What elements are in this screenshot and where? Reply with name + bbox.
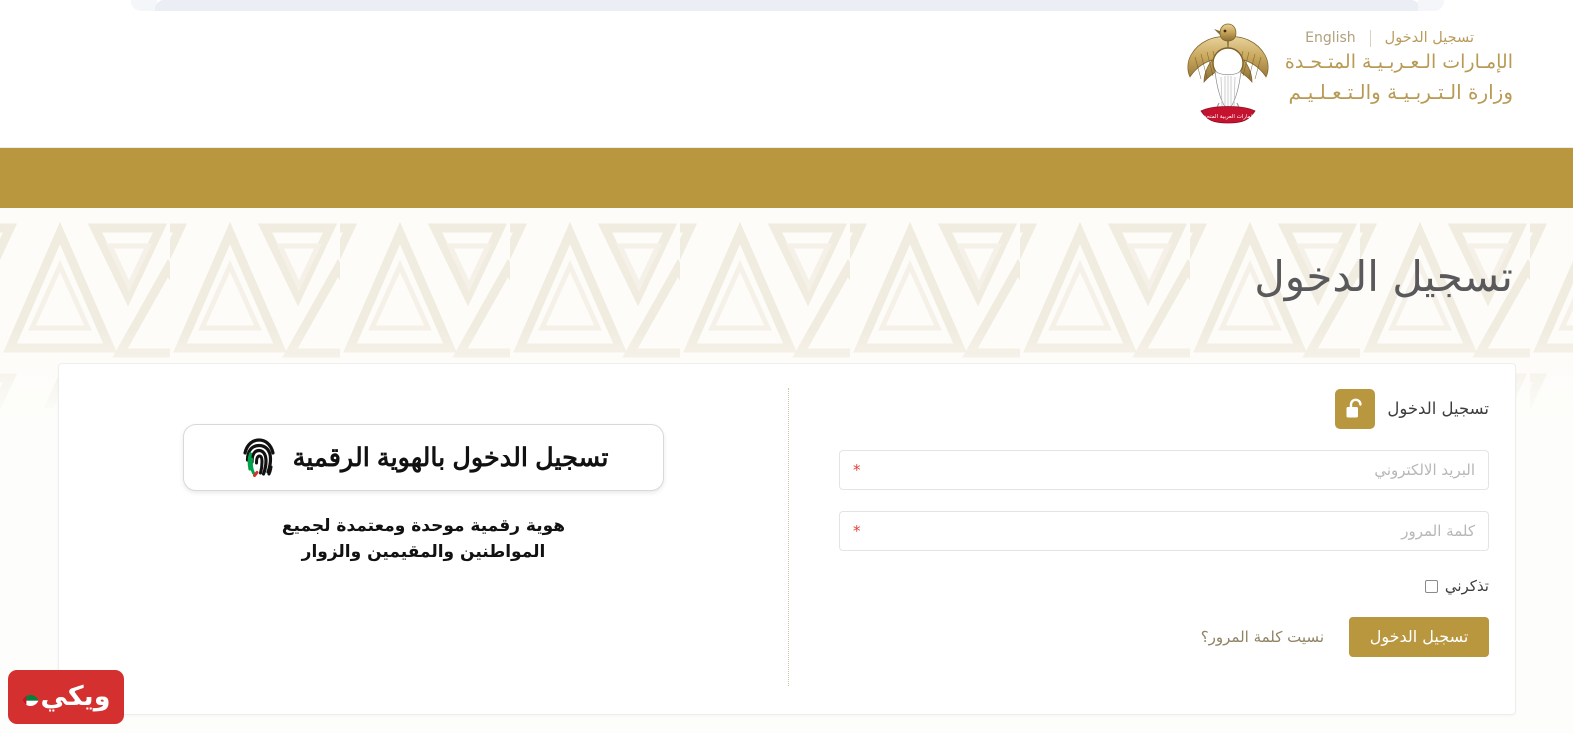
- uae-flag-circle-icon: [21, 689, 39, 706]
- email-input[interactable]: [866, 451, 1475, 489]
- wiki-watermark: ويكي: [8, 670, 124, 724]
- wordmark-line-ministry: وزارة الـتـربـيـة والـتـعـلـيـم: [1288, 80, 1513, 104]
- wordmark-line-country: الإمـارات الـعـربـيـة المتـحـدة: [1284, 51, 1513, 73]
- password-input[interactable]: [866, 512, 1475, 550]
- credentials-login-form: تسجيل الدخول * * تذكرني: [815, 364, 1515, 714]
- svg-text:الإمارات العربية المتحدة: الإمارات العربية المتحدة: [1201, 114, 1256, 120]
- card-vertical-divider: [788, 388, 789, 686]
- login-card: تسجيل الدخول بالهوية الرقمية هوية رقمية …: [58, 363, 1516, 715]
- gold-accent-band: [0, 148, 1573, 208]
- uae-falcon-emblem: الإمارات العربية المتحدة: [1185, 19, 1271, 129]
- submit-login-button[interactable]: تسجيل الدخول: [1349, 617, 1489, 657]
- watermark-label: ويكي: [40, 681, 111, 712]
- browser-tab-edge-right: [1418, 0, 1444, 11]
- remember-me-label[interactable]: تذكرني: [1445, 577, 1489, 595]
- digital-identity-panel: تسجيل الدخول بالهوية الرقمية هوية رقمية …: [59, 364, 788, 714]
- page-title: تسجيل الدخول: [1254, 252, 1513, 301]
- brand-lockup: الإمـارات الـعـربـيـة المتـحـدة وزارة ال…: [1185, 19, 1513, 129]
- browser-tab-edge-left: [131, 0, 157, 11]
- password-field[interactable]: *: [839, 511, 1489, 551]
- watermark-text-group: ويكي: [21, 681, 111, 712]
- remember-me-checkbox[interactable]: [1424, 579, 1438, 593]
- email-field[interactable]: *: [839, 450, 1489, 490]
- digital-identity-subtitle: هوية رقمية موحدة ومعتمدة لجميع المواطنين…: [281, 516, 566, 562]
- credentials-heading-row: تسجيل الدخول: [815, 389, 1489, 429]
- unlock-icon[interactable]: [1335, 389, 1376, 429]
- site-header: تسجيل الدخول English الإمـارات الـعـربـي…: [0, 11, 1573, 148]
- password-required-asterisk: *: [853, 521, 861, 540]
- browser-tab-strip: [0, 0, 1573, 11]
- forgot-password-link[interactable]: نسيت كلمة المرور؟: [1201, 628, 1324, 646]
- digital-identity-login-button[interactable]: تسجيل الدخول بالهوية الرقمية: [183, 424, 664, 491]
- browser-tab[interactable]: [155, 0, 1420, 11]
- remember-me-row: تذكرني: [839, 577, 1489, 595]
- form-actions-row: تسجيل الدخول نسيت كلمة المرور؟: [839, 617, 1489, 657]
- credentials-heading: تسجيل الدخول: [1387, 399, 1489, 418]
- email-required-asterisk: *: [853, 460, 861, 479]
- fingerprint-icon: [239, 437, 279, 479]
- digital-identity-button-label: تسجيل الدخول بالهوية الرقمية: [292, 443, 609, 472]
- ministry-wordmark: الإمـارات الـعـربـيـة المتـحـدة وزارة ال…: [1285, 43, 1513, 105]
